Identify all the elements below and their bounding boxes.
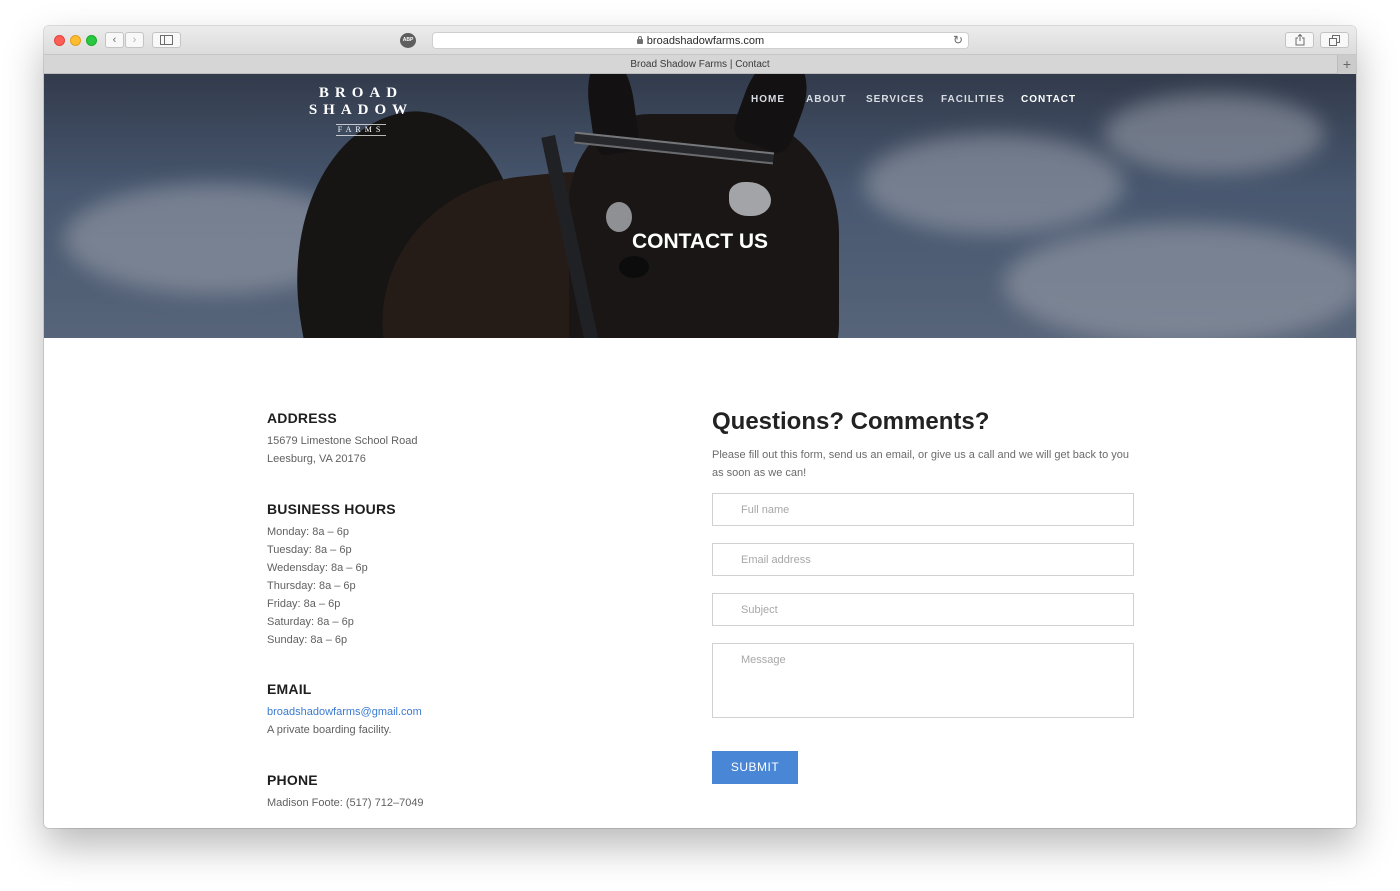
reload-icon[interactable]: ↻	[953, 33, 963, 47]
form-title: Questions? Comments?	[712, 408, 990, 435]
form-description: Please fill out this form, send us an em…	[712, 449, 1129, 479]
message-field[interactable]: Message	[712, 643, 1134, 718]
logo-wordmark: BROAD SHADOW	[308, 85, 414, 118]
page-title: CONTACT US	[631, 230, 769, 253]
email-heading: EMAIL	[267, 681, 312, 697]
show-tabs-button[interactable]	[1320, 32, 1349, 48]
chevron-left-icon: ‹	[112, 34, 117, 46]
tabs-overview-icon	[1329, 35, 1340, 46]
phone-heading: PHONE	[267, 772, 318, 788]
logo-subtitle: FARMS	[335, 124, 387, 136]
subject-placeholder: Subject	[741, 604, 778, 616]
hours-line: Thursday: 8a – 6p	[267, 580, 356, 592]
nav-about[interactable]: ABOUT	[806, 94, 847, 105]
forward-button[interactable]: ›	[125, 32, 144, 48]
zoom-window-button[interactable]	[86, 35, 97, 46]
tab-title[interactable]: Broad Shadow Farms | Contact	[44, 59, 1356, 70]
hours-line: Saturday: 8a – 6p	[267, 616, 354, 628]
new-tab-button[interactable]: +	[1337, 55, 1356, 74]
email-field[interactable]: Email address	[712, 543, 1134, 576]
full-name-field[interactable]: Full name	[712, 493, 1134, 526]
message-placeholder: Message	[741, 654, 786, 666]
browser-toolbar: ‹ › ABP broadshadowfarms.com ↻	[44, 26, 1356, 55]
hours-line: Tuesday: 8a – 6p	[267, 544, 352, 556]
adblock-extension-icon[interactable]: ABP	[400, 33, 416, 48]
hero-banner: BROAD SHADOW FARMS HOME ABOUT SERVICES F…	[44, 74, 1356, 338]
subject-field[interactable]: Subject	[712, 593, 1134, 626]
phone-line: Madison Foote: (517) 712–7049	[267, 797, 424, 809]
hours-line: Wedensday: 8a – 6p	[267, 562, 368, 574]
hours-line: Sunday: 8a – 6p	[267, 634, 348, 646]
chevron-right-icon: ›	[132, 34, 137, 46]
nav-contact[interactable]: CONTACT	[1021, 94, 1076, 105]
hours-line: Friday: 8a – 6p	[267, 598, 341, 610]
address-heading: ADDRESS	[267, 410, 337, 426]
email-placeholder: Email address	[741, 554, 811, 566]
nav-services[interactable]: SERVICES	[866, 94, 924, 105]
email-link[interactable]: broadshadowfarms@gmail.com	[267, 706, 422, 718]
share-button[interactable]	[1285, 32, 1314, 48]
share-icon	[1295, 33, 1304, 46]
address-line: Leesburg, VA 20176	[267, 453, 366, 465]
main-content: ADDRESS 15679 Limestone School Road Lees…	[44, 338, 1356, 828]
browser-window: ‹ › ABP broadshadowfarms.com ↻ Broad Sha…	[44, 26, 1356, 828]
site-logo[interactable]: BROAD SHADOW FARMS	[266, 85, 456, 137]
address-line: 15679 Limestone School Road	[267, 435, 418, 447]
submit-button[interactable]: SUBMIT	[712, 751, 798, 784]
sidebar-icon	[160, 35, 173, 45]
lock-icon	[636, 36, 643, 44]
full-name-placeholder: Full name	[741, 504, 790, 516]
nav-facilities[interactable]: FACILITIES	[941, 94, 1005, 105]
nav-home[interactable]: HOME	[751, 94, 785, 105]
sidebar-toggle-button[interactable]	[152, 32, 181, 48]
back-button[interactable]: ‹	[105, 32, 124, 48]
address-bar-text: broadshadowfarms.com	[433, 35, 968, 47]
hours-line: Monday: 8a – 6p	[267, 526, 349, 538]
close-window-button[interactable]	[54, 35, 65, 46]
hero-overlay	[44, 74, 1356, 338]
url-text: broadshadowfarms.com	[646, 35, 765, 47]
tab-bar: Broad Shadow Farms | Contact +	[44, 55, 1356, 74]
minimize-window-button[interactable]	[70, 35, 81, 46]
email-note: A private boarding facility.	[267, 724, 392, 736]
business-hours-heading: BUSINESS HOURS	[267, 501, 396, 517]
address-bar[interactable]: broadshadowfarms.com ↻	[432, 32, 969, 49]
